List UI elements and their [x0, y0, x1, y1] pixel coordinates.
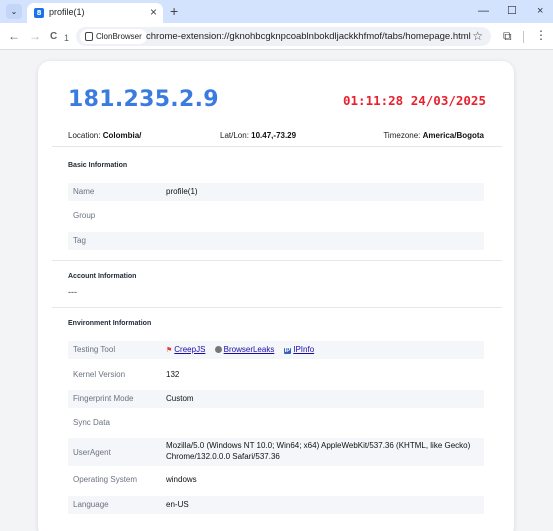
timezone-value: America/Bogota — [422, 131, 484, 140]
browser-menu-icon[interactable]: ⋮ — [535, 28, 547, 42]
browser-toolbar: ← → C 1 ClonBrowser chrome-extension://g… — [0, 23, 553, 50]
latlon-info: Lat/Lon: 10.47,-73.29 — [220, 131, 296, 140]
minimize-button[interactable]: — — [478, 3, 489, 19]
account-divider — [52, 307, 502, 308]
close-window-button[interactable]: × — [537, 3, 543, 19]
active-tab[interactable]: 8 profile(1) × — [27, 3, 163, 23]
ipinfo-link[interactable]: IPInfo — [293, 345, 314, 354]
timezone-label: Timezone: — [383, 131, 421, 140]
row-key: Name — [73, 187, 95, 196]
row-key: Tag — [73, 236, 86, 245]
row-value: Mozilla/5.0 (Windows NT 10.0; Win64; x64… — [166, 441, 471, 461]
location-value: Colombia/ — [102, 131, 142, 140]
row-value: profile(1) — [166, 187, 198, 196]
row-value: 132 — [166, 370, 180, 379]
datetime-clock: 01:11:28 24/03/2025 — [343, 93, 486, 108]
row-key: Group — [73, 211, 96, 220]
row-value: windows — [166, 475, 197, 484]
basic-info-title: Basic Information — [68, 162, 128, 169]
extension-page-icon — [85, 32, 93, 41]
creepjs-link[interactable]: CreepJS — [174, 345, 205, 354]
site-info-badge[interactable]: 1 — [64, 31, 69, 45]
extensions-icon[interactable]: ⧉ — [503, 29, 512, 43]
row-value: en-US — [166, 500, 189, 509]
browserleaks-icon — [214, 346, 222, 353]
environment-info-title: Environment Information — [68, 320, 152, 327]
browserleaks-link[interactable]: BrowserLeaks — [224, 345, 275, 354]
env-row-user-agent: UserAgent Mozilla/5.0 (Windows NT 10.0; … — [68, 438, 484, 466]
tab-favicon-icon: 8 — [34, 8, 44, 18]
basic-row-tag: Tag — [68, 232, 484, 250]
row-value: Custom — [166, 394, 194, 403]
latlon-label: Lat/Lon: — [220, 131, 249, 140]
tab-strip: ⌄ 8 profile(1) × + — ☐ × — [0, 0, 553, 23]
env-row-operating-system: Operating System windows — [68, 471, 484, 489]
extension-chip-label: ClonBrowser — [96, 32, 142, 41]
back-button[interactable]: ← — [8, 29, 20, 43]
row-key: Sync Data — [73, 418, 110, 427]
new-tab-button[interactable]: + — [170, 2, 178, 20]
testing-tool-links: ⚑ CreepJS BrowserLeaks IP IPInfo — [166, 345, 314, 354]
row-key: Testing Tool — [73, 345, 116, 354]
basic-row-group: Group — [68, 207, 484, 225]
reload-button[interactable]: C — [50, 30, 57, 44]
forward-button[interactable]: → — [29, 29, 41, 43]
location-label: Location: — [68, 131, 101, 140]
env-row-fingerprint-mode: Fingerprint Mode Custom — [68, 390, 484, 408]
env-row-kernel-version: Kernel Version 132 — [68, 366, 484, 384]
basic-divider — [52, 260, 502, 261]
account-info-title: Account Information — [68, 273, 137, 280]
location-info: Location: Colombia/ — [68, 131, 141, 140]
env-row-testing-tool: Testing Tool ⚑ CreepJS BrowserLeaks IP IPI… — [68, 341, 484, 359]
toolbar-divider — [523, 31, 524, 43]
tab-title: profile(1) — [49, 7, 85, 17]
timezone-info: Timezone: America/Bogota — [383, 131, 484, 140]
ip-address: 181.235.2.9 — [68, 87, 219, 112]
address-bar[interactable]: ClonBrowser chrome-extension://gknohbcgk… — [76, 27, 491, 46]
tab-close-icon[interactable]: × — [150, 5, 157, 19]
profile-card: 181.235.2.9 01:11:28 24/03/2025 Location… — [38, 61, 514, 531]
row-key: UserAgent — [73, 448, 111, 457]
row-key: Kernel Version — [73, 370, 126, 379]
basic-row-name: Name profile(1) — [68, 183, 484, 201]
ipinfo-icon: IP — [283, 348, 292, 354]
account-info-value: --- — [68, 287, 77, 297]
page-background: 181.235.2.9 01:11:28 24/03/2025 Location… — [0, 50, 553, 531]
row-key: Fingerprint Mode — [73, 394, 134, 403]
row-key: Operating System — [73, 475, 138, 484]
extension-chip[interactable]: ClonBrowser — [80, 29, 147, 44]
latlon-value: 10.47,-73.29 — [251, 131, 297, 140]
env-row-language: Language en-US — [68, 496, 484, 514]
tab-search-button[interactable]: ⌄ — [6, 4, 22, 19]
maximize-button[interactable]: ☐ — [507, 3, 517, 19]
bookmark-star-icon[interactable]: ☆ — [472, 29, 483, 44]
header-divider — [52, 146, 502, 147]
creepjs-icon: ⚑ — [166, 347, 173, 354]
env-row-sync-data: Sync Data — [68, 414, 484, 432]
url-text[interactable]: chrome-extension://gknohbcgknpcoablnbokd… — [146, 30, 471, 43]
row-key: Language — [73, 500, 109, 509]
